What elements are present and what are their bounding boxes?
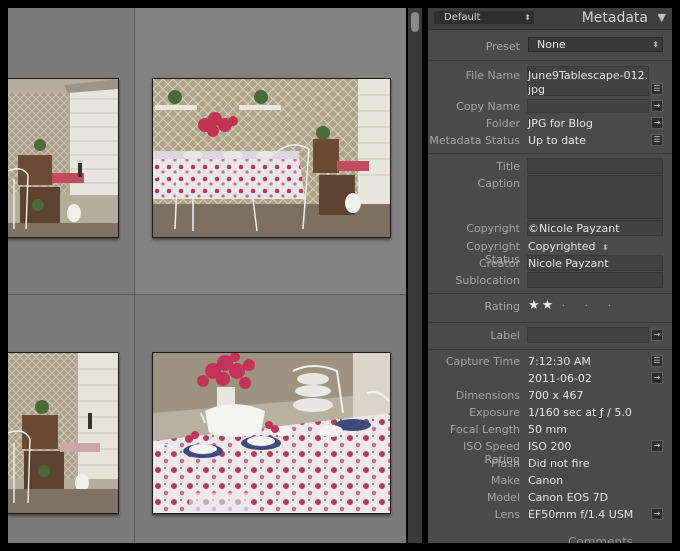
arrow-right-icon[interactable]: → [651,508,663,520]
label-field[interactable] [527,327,649,343]
collapse-triangle-icon[interactable]: ▼ [658,11,666,24]
dropdown-arrows-icon: ⬍ [652,40,659,49]
sublocation-field[interactable] [527,272,663,288]
iso-value: ISO 200 [528,440,572,453]
metadata-status-value: Up to date [528,134,586,147]
photo-thumbnail[interactable] [152,352,391,514]
photo-thumbnail-selected[interactable] [152,78,391,238]
comments-panel-header[interactable]: Comments [568,535,633,543]
metadata-set-value: Default [444,12,481,23]
panel-title: Metadata [581,10,648,26]
make-value: Canon [528,474,564,487]
caption-label: Caption [477,177,520,190]
lens-label: Lens [494,508,520,521]
arrow-right-icon[interactable]: → [651,329,663,341]
scrollbar-thumb[interactable] [411,12,419,32]
rating-stars[interactable]: ★★ · · · [528,298,619,313]
model-label: Model [486,491,520,504]
focal-length-label: Focal Length [450,423,520,436]
sublocation-label: Sublocation [455,274,520,287]
exposure-value: 1/160 sec at ƒ / 5.0 [528,406,632,419]
capture-time-value: 7:12:30 AM [528,355,591,368]
thumbnail-grid[interactable] [8,8,406,543]
rating-empty-dots: · · · [561,299,619,312]
preset-select[interactable]: None ⬍ [528,37,663,52]
file-name-value-line1: June9Tablescape-012. [528,69,649,82]
capture-time-label: Capture Time [445,355,520,368]
section-divider [428,293,672,294]
folder-label: Folder [486,117,520,130]
metadata-panel: Default ⬍ Metadata ▼ Preset None ⬍ File … [428,8,672,543]
metadata-panel-header[interactable]: Default ⬍ Metadata ▼ [428,8,672,30]
make-label: Make [491,474,520,487]
section-divider [428,153,672,154]
rating-filled-stars: ★★ [528,298,556,313]
section-divider [428,60,672,61]
photo-thumbnail[interactable] [8,352,119,514]
preset-label: Preset [485,40,520,53]
dropdown-arrows-icon: ⬍ [524,13,531,22]
section-divider [428,349,672,350]
focal-length-value: 50 mm [528,423,567,436]
lightroom-window: Default ⬍ Metadata ▼ Preset None ⬍ File … [0,0,680,551]
flash-value: Did not fire [528,457,590,470]
flash-label: Flash [491,457,520,470]
photo-thumbnail[interactable] [8,78,119,238]
title-label: Title [496,160,520,173]
creator-label: Creator [478,257,520,270]
copy-name-field[interactable] [527,99,649,113]
preset-value: None [537,38,566,51]
list-icon[interactable]: ☰ [651,355,663,367]
tablescape-photo-image [153,79,390,237]
grid-divider [8,294,406,295]
file-name-label: File Name [465,69,520,82]
creator-value: Nicole Payzant [528,257,609,270]
exposure-label: Exposure [469,406,520,419]
patio-photo-image [8,353,118,513]
grid-scrollbar[interactable] [408,8,422,543]
arrow-right-icon[interactable]: → [651,100,663,112]
dimensions-label: Dimensions [455,389,520,402]
lens-value: EF50mm f/1.4 USM [528,508,634,521]
list-icon[interactable]: ☰ [651,83,663,95]
metadata-set-dropdown[interactable]: Default ⬍ [434,11,534,24]
label-label: Label [490,329,520,342]
capture-date-value: 2011-06-02 [528,372,592,385]
copy-name-label: Copy Name [456,100,520,113]
dimensions-value: 700 x 467 [528,389,584,402]
arrow-right-icon[interactable]: → [651,440,663,452]
dropdown-arrows-icon: ⬍ [602,243,609,252]
tablescape-closeup-image [153,353,390,513]
caption-field[interactable] [527,175,663,219]
copyright-value: ©Nicole Payzant [528,222,620,235]
list-icon[interactable]: ☰ [651,134,663,146]
patio-photo-image [8,79,118,237]
arrow-right-icon[interactable]: → [651,117,663,129]
rating-label: Rating [484,300,520,313]
copyright-status-value: Copyrighted [528,240,596,253]
metadata-status-label: Metadata Status [429,134,520,147]
arrow-right-icon[interactable]: → [651,372,663,384]
file-name-value-line2: jpg [528,83,546,96]
grid-divider [134,8,135,543]
title-field[interactable] [527,158,663,174]
copyright-label: Copyright [466,222,520,235]
folder-value: JPG for Blog [528,117,593,130]
section-divider [428,322,672,323]
model-value: Canon EOS 7D [528,491,609,504]
copyright-status-select[interactable]: Copyrighted ⬍ [528,240,609,254]
